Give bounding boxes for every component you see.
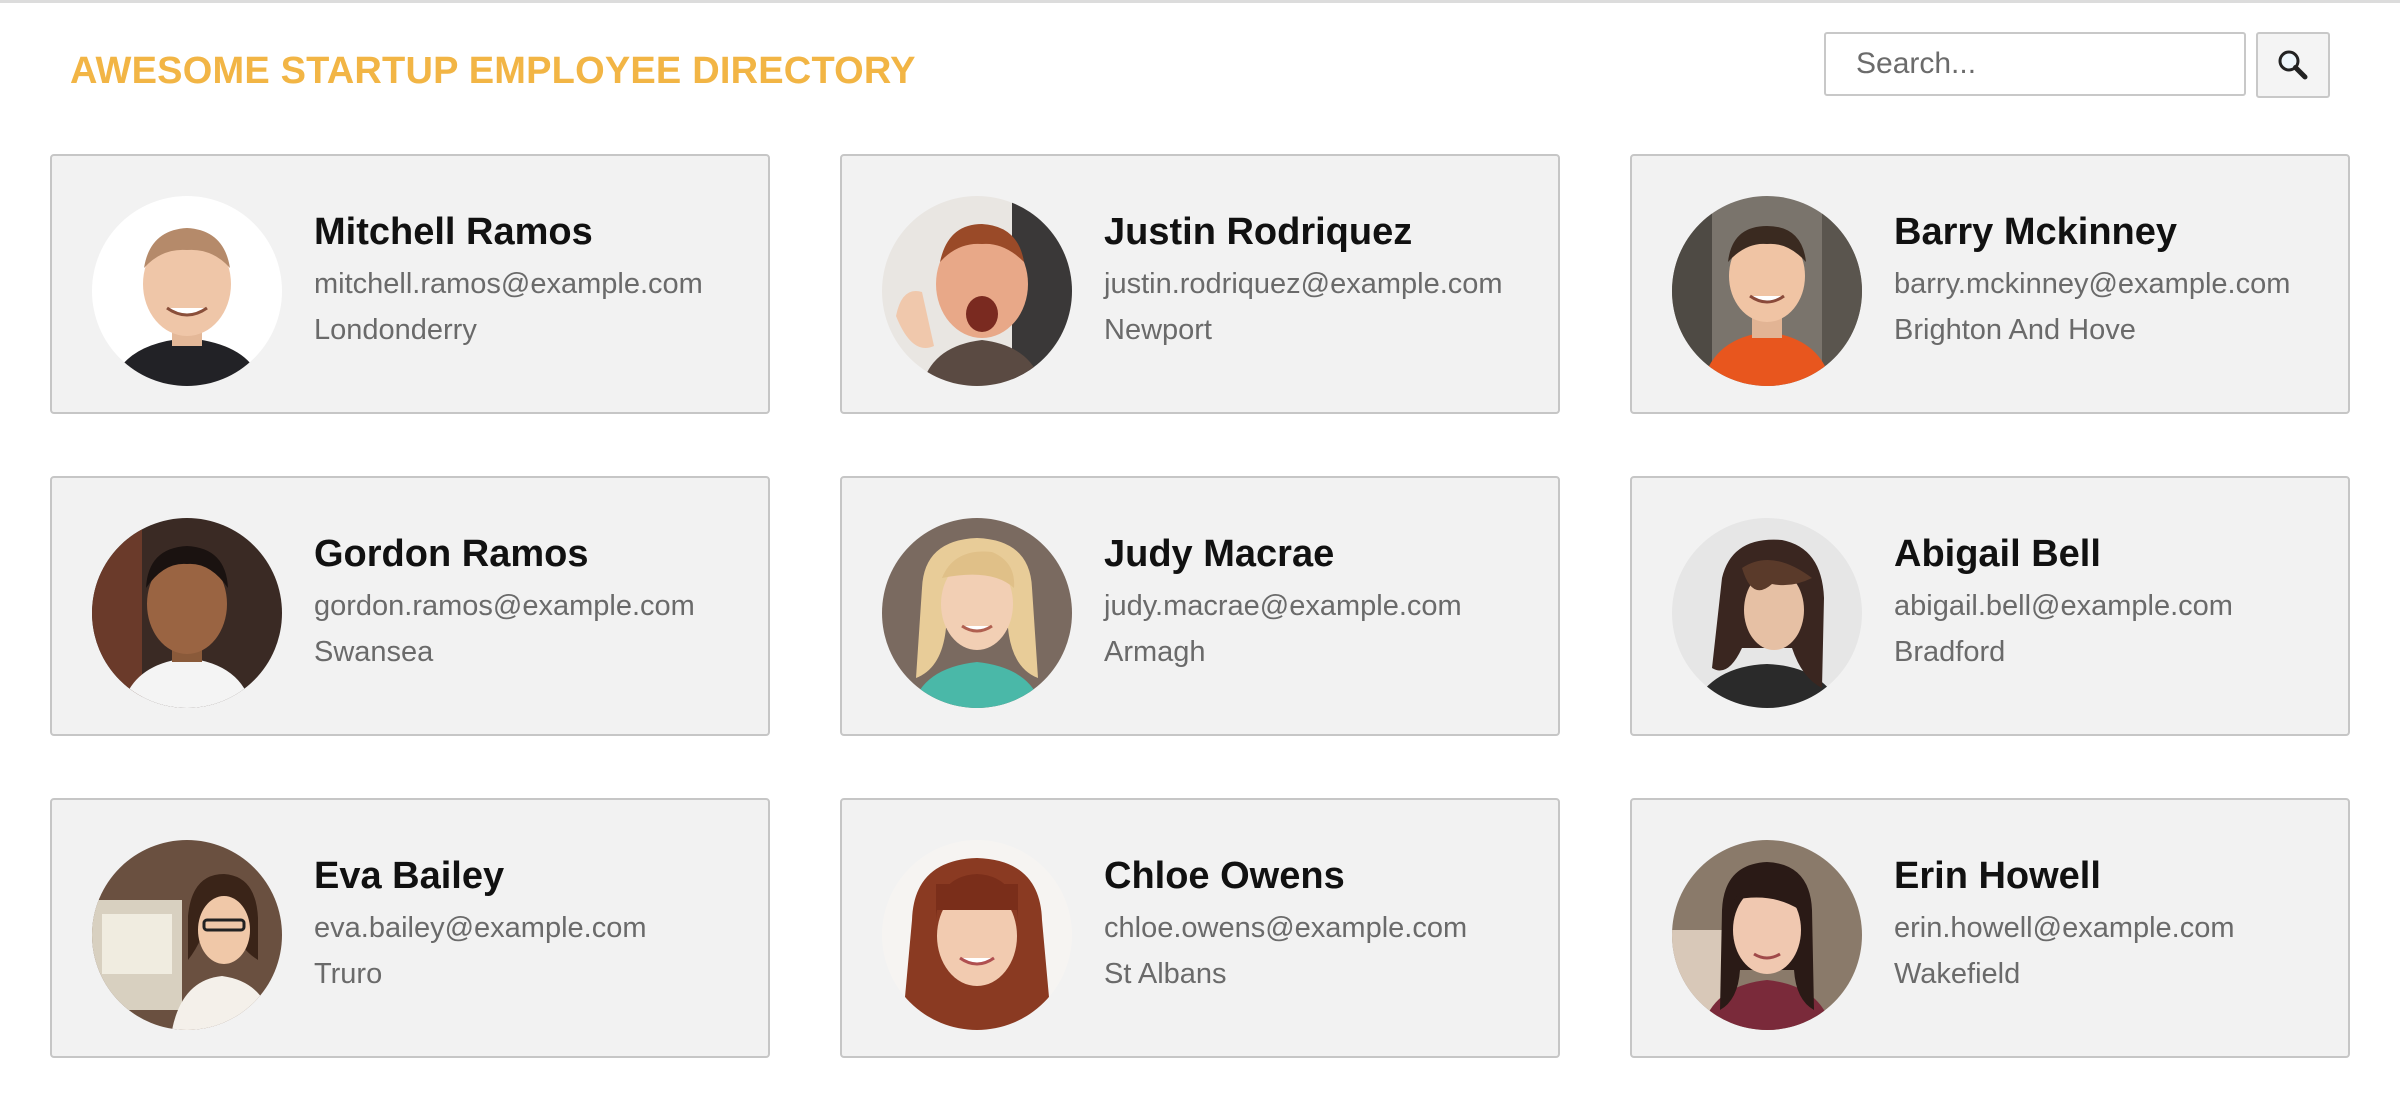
avatar xyxy=(882,518,1072,708)
employee-info: Gordon Ramos gordon.ramos@example.com Sw… xyxy=(314,533,695,669)
avatar xyxy=(92,196,282,386)
avatar xyxy=(1672,196,1862,386)
employee-card[interactable]: Gordon Ramos gordon.ramos@example.com Sw… xyxy=(50,476,770,736)
avatar xyxy=(1672,518,1862,708)
employee-email: abigail.bell@example.com xyxy=(1894,589,2233,622)
employee-email: mitchell.ramos@example.com xyxy=(314,267,703,300)
employee-card[interactable]: Judy Macrae judy.macrae@example.com Arma… xyxy=(840,476,1560,736)
employee-card[interactable]: Barry Mckinney barry.mckinney@example.co… xyxy=(1630,154,2350,414)
employee-name: Gordon Ramos xyxy=(314,533,589,575)
employee-name: Justin Rodriquez xyxy=(1104,211,1413,253)
employee-email: justin.rodriquez@example.com xyxy=(1104,267,1503,300)
employee-email: chloe.owens@example.com xyxy=(1104,911,1468,944)
employee-city: Bradford xyxy=(1894,636,2006,669)
employee-name: Mitchell Ramos xyxy=(314,211,593,253)
employee-card[interactable]: Abigail Bell abigail.bell@example.com Br… xyxy=(1630,476,2350,736)
employee-info: Justin Rodriquez justin.rodriquez@exampl… xyxy=(1104,211,1503,347)
employee-card[interactable]: Mitchell Ramos mitchell.ramos@example.co… xyxy=(50,154,770,414)
employee-email: judy.macrae@example.com xyxy=(1104,589,1462,622)
employee-info: Erin Howell erin.howell@example.com Wake… xyxy=(1894,855,2235,991)
employee-info: Judy Macrae judy.macrae@example.com Arma… xyxy=(1104,533,1462,669)
employee-email: gordon.ramos@example.com xyxy=(314,589,695,622)
employee-city: Armagh xyxy=(1104,636,1206,669)
employee-name: Judy Macrae xyxy=(1104,533,1335,575)
employee-info: Mitchell Ramos mitchell.ramos@example.co… xyxy=(314,211,703,347)
employee-grid: Mitchell Ramos mitchell.ramos@example.co… xyxy=(50,154,2350,1058)
employee-name: Abigail Bell xyxy=(1894,533,2101,575)
employee-name: Eva Bailey xyxy=(314,855,505,897)
avatar xyxy=(882,196,1072,386)
employee-city: Newport xyxy=(1104,314,1212,347)
page-header: AWESOME STARTUP EMPLOYEE DIRECTORY xyxy=(0,0,2400,140)
employee-card[interactable]: Justin Rodriquez justin.rodriquez@exampl… xyxy=(840,154,1560,414)
employee-city: Wakefield xyxy=(1894,958,2021,991)
avatar xyxy=(1672,840,1862,1030)
employee-name: Erin Howell xyxy=(1894,855,2101,897)
employee-card[interactable]: Eva Bailey eva.bailey@example.com Truro xyxy=(50,798,770,1058)
employee-city: St Albans xyxy=(1104,958,1227,991)
employee-info: Barry Mckinney barry.mckinney@example.co… xyxy=(1894,211,2291,347)
employee-city: Londonderry xyxy=(314,314,477,347)
avatar xyxy=(92,840,282,1030)
employee-card[interactable]: Chloe Owens chloe.owens@example.com St A… xyxy=(840,798,1560,1058)
employee-city: Truro xyxy=(314,958,383,991)
avatar xyxy=(92,518,282,708)
magnifier-icon xyxy=(2258,48,2328,82)
employee-info: Abigail Bell abigail.bell@example.com Br… xyxy=(1894,533,2233,669)
employee-name: Chloe Owens xyxy=(1104,855,1345,897)
search-button[interactable] xyxy=(2256,32,2330,98)
employee-email: erin.howell@example.com xyxy=(1894,911,2235,944)
avatar xyxy=(882,840,1072,1030)
employee-city: Brighton And Hove xyxy=(1894,314,2136,347)
search-input[interactable] xyxy=(1824,32,2246,96)
employee-city: Swansea xyxy=(314,636,434,669)
employee-info: Chloe Owens chloe.owens@example.com St A… xyxy=(1104,855,1468,991)
page-title: AWESOME STARTUP EMPLOYEE DIRECTORY xyxy=(70,50,916,92)
employee-email: barry.mckinney@example.com xyxy=(1894,267,2291,300)
employee-email: eva.bailey@example.com xyxy=(314,911,647,944)
employee-name: Barry Mckinney xyxy=(1894,211,2178,253)
employee-card[interactable]: Erin Howell erin.howell@example.com Wake… xyxy=(1630,798,2350,1058)
employee-info: Eva Bailey eva.bailey@example.com Truro xyxy=(314,855,647,991)
